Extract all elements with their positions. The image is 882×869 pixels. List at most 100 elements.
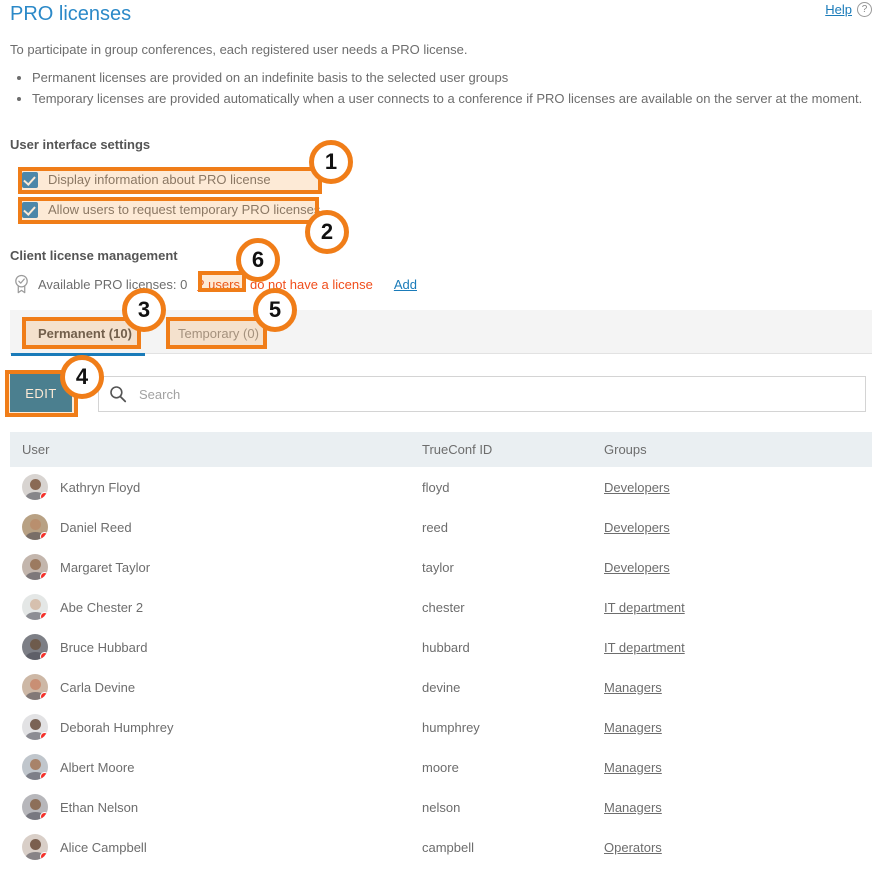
cell-user: Kathryn Floyd: [10, 467, 410, 507]
cell-group: Managers: [592, 787, 872, 827]
cell-group: Operators: [592, 827, 872, 867]
cell-trueconf-id: campbell: [422, 839, 475, 855]
cell-group: Developers: [592, 507, 872, 547]
intro-bullet-list: Permanent licenses are provided on an in…: [10, 70, 862, 112]
group-link[interactable]: Managers: [604, 680, 662, 695]
user-name: Kathryn Floyd: [60, 479, 141, 495]
cell-trueconf-id: taylor: [422, 559, 454, 575]
no-license-users-link[interactable]: 2 users: [194, 276, 243, 293]
question-circle-icon[interactable]: ?: [857, 2, 872, 17]
display-info-checkbox-row[interactable]: Display information about PRO license: [20, 169, 277, 190]
user-cell: Deborah Humphrey: [22, 714, 410, 740]
user-name: Carla Devine: [60, 679, 136, 695]
group-link[interactable]: Managers: [604, 720, 662, 735]
edit-button[interactable]: EDIT: [10, 374, 72, 412]
status-dot-offline: [40, 732, 48, 740]
user-cell: Abe Chester 2: [22, 594, 410, 620]
table-header: User TrueConf ID Groups: [10, 432, 872, 467]
group-link[interactable]: IT department: [604, 600, 685, 615]
search-icon: [110, 386, 127, 403]
add-link[interactable]: Add: [394, 277, 417, 292]
allow-temporary-checkbox[interactable]: [22, 201, 38, 218]
table-row[interactable]: Ethan Nelson nelson Managers: [10, 787, 872, 827]
cell-user: Deborah Humphrey: [10, 707, 410, 747]
table-row[interactable]: Daniel Reed reed Developers: [10, 507, 872, 547]
license-tabs: Permanent (10) Temporary (0): [10, 310, 872, 354]
user-cell: Margaret Taylor: [22, 554, 410, 580]
user-interface-settings-heading: User interface settings: [10, 137, 151, 152]
table-row[interactable]: Carla Devine devine Managers: [10, 667, 872, 707]
cell-user: Daniel Reed: [10, 507, 410, 547]
table-body: Kathryn Floyd floyd Developers Daniel Reed r…: [10, 467, 872, 867]
status-dot-offline: [40, 852, 48, 860]
cell-group: Developers: [592, 547, 872, 587]
avatar: [22, 474, 48, 500]
column-header-groups[interactable]: Groups: [592, 432, 872, 467]
table-header-row: User TrueConf ID Groups: [10, 432, 872, 467]
cell-trueconf-id: hubbard: [422, 639, 470, 655]
table-row[interactable]: Margaret Taylor taylor Developers: [10, 547, 872, 587]
help-link[interactable]: Help: [825, 2, 852, 17]
cell-group: Managers: [592, 747, 872, 787]
search-box[interactable]: [98, 376, 866, 412]
status-dot-offline: [40, 612, 48, 620]
allow-temporary-label: Allow users to request temporary PRO lic…: [48, 202, 321, 217]
table-row[interactable]: Abe Chester 2 chester IT department: [10, 587, 872, 627]
cell-user: Bruce Hubbard: [10, 627, 410, 667]
cell-trueconf-id: moore: [422, 759, 459, 775]
search-input[interactable]: [139, 386, 865, 402]
user-cell: Bruce Hubbard: [22, 634, 410, 660]
user-name: Deborah Humphrey: [60, 719, 174, 735]
cell-trueconf-id: reed: [422, 519, 449, 535]
table-row[interactable]: Albert Moore moore Managers: [10, 747, 872, 787]
tab-permanent[interactable]: Permanent (10): [32, 324, 138, 343]
annotation-marker-1: 1: [309, 140, 353, 184]
cell-group: Managers: [592, 707, 872, 747]
group-link[interactable]: Developers: [604, 480, 670, 495]
list-item: Permanent licenses are provided on an in…: [32, 70, 862, 86]
allow-temporary-checkbox-row[interactable]: Allow users to request temporary PRO lic…: [20, 199, 326, 220]
cell-user: Alice Campbell: [10, 827, 410, 867]
user-cell: Ethan Nelson: [22, 794, 410, 820]
user-name: Alice Campbell: [60, 839, 147, 855]
avatar: [22, 754, 48, 780]
avatar: [22, 674, 48, 700]
award-medal-icon: [15, 274, 28, 294]
group-link[interactable]: Developers: [604, 520, 670, 535]
tab-temporary[interactable]: Temporary (0): [172, 324, 265, 343]
column-header-trueconf-id[interactable]: TrueConf ID: [410, 432, 592, 467]
status-dot-offline: [40, 692, 48, 700]
cell-user: Abe Chester 2: [10, 587, 410, 627]
display-info-label: Display information about PRO license: [48, 172, 271, 187]
user-name: Ethan Nelson: [60, 799, 139, 815]
column-header-user[interactable]: User: [10, 432, 410, 467]
intro-text: To participate in group conferences, eac…: [10, 42, 468, 57]
cell-user: Albert Moore: [10, 747, 410, 787]
cell-group: Managers: [592, 667, 872, 707]
display-info-checkbox[interactable]: [22, 171, 38, 188]
cell-trueconf-id: chester: [422, 599, 465, 615]
status-dot-offline: [40, 492, 48, 500]
status-dot-offline: [40, 772, 48, 780]
avatar: [22, 714, 48, 740]
group-link[interactable]: Managers: [604, 760, 662, 775]
group-link[interactable]: Developers: [604, 560, 670, 575]
table-row[interactable]: Kathryn Floyd floyd Developers: [10, 467, 872, 507]
user-name: Bruce Hubbard: [60, 639, 148, 655]
group-link[interactable]: IT department: [604, 640, 685, 655]
user-name: Abe Chester 2: [60, 599, 144, 615]
table-row[interactable]: Deborah Humphrey humphrey Managers: [10, 707, 872, 747]
avatar: [22, 794, 48, 820]
table-row[interactable]: Bruce Hubbard hubbard IT department: [10, 627, 872, 667]
avatar: [22, 514, 48, 540]
client-license-management-heading: Client license management: [10, 248, 178, 263]
user-name: Albert Moore: [60, 759, 135, 775]
user-name: Daniel Reed: [60, 519, 132, 535]
group-link[interactable]: Operators: [604, 840, 662, 855]
users-table: User TrueConf ID Groups Kathryn Floyd flo…: [10, 432, 872, 867]
status-dot-offline: [40, 652, 48, 660]
help-area[interactable]: Help ?: [825, 2, 872, 17]
avatar: [22, 834, 48, 860]
group-link[interactable]: Managers: [604, 800, 662, 815]
table-row[interactable]: Alice Campbell campbell Operators: [10, 827, 872, 867]
